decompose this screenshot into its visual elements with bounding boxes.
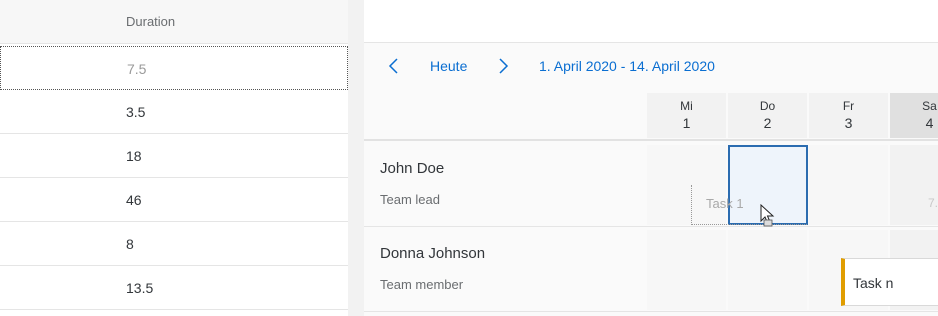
day-date: 4 — [925, 115, 934, 131]
previous-chevron-icon[interactable] — [384, 54, 404, 78]
day-header[interactable]: Do 2 — [728, 93, 807, 138]
duration-cell: 18 — [126, 148, 142, 164]
duration-cell: 3.5 — [126, 104, 146, 120]
today-button[interactable]: Heute — [430, 58, 467, 74]
day-name: Mi — [680, 99, 693, 113]
next-chevron-icon[interactable] — [493, 54, 513, 78]
weekend-ghost-label: 7. — [928, 196, 938, 210]
person-name: John Doe — [380, 160, 445, 177]
calendar-toolbar: Heute 1. April 2020 - 14. April 2020 — [364, 44, 938, 90]
dragged-task-ghost[interactable]: Task 1 — [691, 185, 807, 225]
duration-cell: 46 — [126, 192, 142, 208]
drag-cursor-icon — [760, 203, 776, 233]
pane-splitter[interactable] — [348, 0, 364, 316]
table-row[interactable]: 46 — [0, 178, 348, 222]
table-row[interactable]: 13.5 — [0, 266, 348, 310]
calendar-top-bar — [364, 0, 938, 43]
task-label: Task n — [853, 275, 894, 291]
duration-cell: 7.5 — [127, 61, 147, 77]
day-date: 2 — [763, 115, 772, 131]
person-name: Donna Johnson — [380, 245, 486, 262]
duration-cell: 8 — [126, 236, 134, 252]
day-name: Fr — [842, 99, 855, 113]
table-header: Duration — [0, 0, 348, 44]
duration-table: Duration 7.5 3.5 18 46 8 13.5 — [0, 0, 348, 316]
duration-cell: 13.5 — [126, 280, 154, 296]
task-appointment[interactable]: Task n — [841, 258, 938, 306]
day-date: 1 — [682, 115, 691, 131]
day-header[interactable]: Fr 3 — [809, 93, 888, 138]
table-row[interactable]: 18 — [0, 134, 348, 178]
table-row[interactable]: 3.5 — [0, 90, 348, 134]
day-header[interactable]: Mi 1 — [647, 93, 726, 138]
day-date: 3 — [844, 115, 853, 131]
person-row[interactable]: John Doe Team lead — [364, 141, 938, 226]
planning-calendar: Heute 1. April 2020 - 14. April 2020 Mi … — [364, 0, 938, 316]
row-divider — [364, 311, 938, 312]
person-role: Team member — [380, 277, 464, 292]
table-row[interactable]: 8 — [0, 222, 348, 266]
ghost-task-label: Task 1 — [706, 196, 744, 211]
day-name: Sa — [922, 99, 937, 113]
day-header[interactable]: Sa 4 — [890, 93, 938, 138]
date-range-picker[interactable]: 1. April 2020 - 14. April 2020 — [539, 58, 715, 74]
day-name: Do — [759, 99, 776, 113]
duration-column-header[interactable]: Duration — [126, 14, 175, 29]
person-role: Team lead — [380, 192, 440, 207]
table-row[interactable]: 7.5 — [0, 46, 348, 90]
